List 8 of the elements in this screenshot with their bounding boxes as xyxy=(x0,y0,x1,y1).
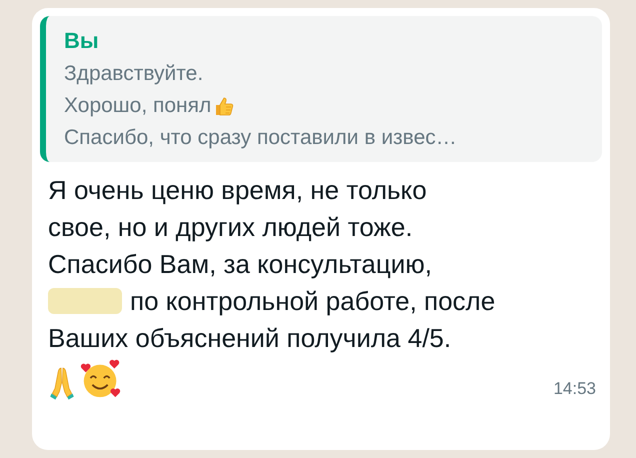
message-time: 14:53 xyxy=(553,379,596,399)
praying-hands-icon xyxy=(48,365,76,401)
message-text: по контрольной работе, после Ваших объяснений получила 4/5. xyxy=(48,286,496,353)
quoted-message[interactable]: Вы Здравствуйте. Хорошо, понял Спасибо, что сразу поставили в извес… xyxy=(40,16,602,162)
quote-text: Спасибо, что сразу поставили в извес… xyxy=(64,125,457,151)
quote-text: Хорошо, понял xyxy=(64,93,212,119)
quote-text: Здравствуйте. xyxy=(64,61,204,87)
quote-author: Вы xyxy=(64,28,100,54)
